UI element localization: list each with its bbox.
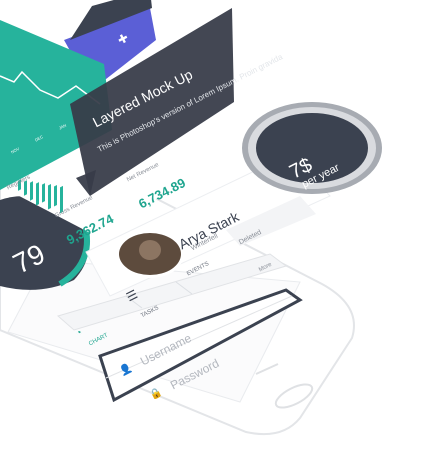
bar: [48, 184, 51, 210]
avatar-face: [139, 240, 161, 260]
bar: [36, 182, 39, 206]
bar: [54, 184, 57, 207]
bar: [30, 181, 33, 201]
bar: [42, 183, 45, 203]
mockup-scene: ✚ NOV DEC JAN Registers Gross Revenue 9,…: [0, 0, 439, 466]
